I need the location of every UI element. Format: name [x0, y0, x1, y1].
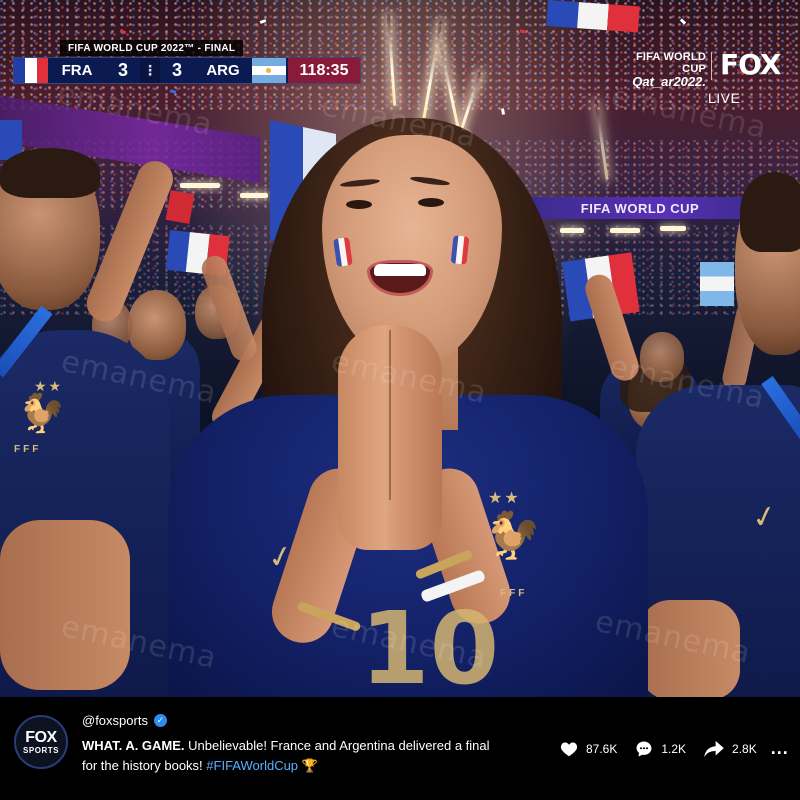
stadium-light: [610, 228, 640, 233]
stadium-light: [240, 193, 268, 198]
engagement-bar: 87.6K 1.2K 2.8K ...: [560, 738, 789, 759]
account-handle[interactable]: @foxsports ✓: [82, 713, 167, 728]
comment-count: 1.2K: [661, 741, 687, 756]
rooster-icon: 🐓: [18, 393, 66, 435]
praying-hands-split: [389, 330, 391, 500]
verified-icon: ✓: [153, 714, 167, 727]
fan-right-arm: [640, 600, 740, 697]
fan-right-hair: [740, 172, 800, 252]
spectator: [640, 332, 684, 382]
eye: [346, 200, 372, 209]
crest-stars: ★★: [488, 490, 521, 507]
share-count: 2.8K: [732, 741, 757, 756]
crest-text: FFF: [14, 444, 42, 455]
more-icon[interactable]: ...: [771, 738, 789, 759]
bug-divider: [711, 52, 712, 80]
share-button[interactable]: 2.8K: [704, 740, 757, 758]
comment-button[interactable]: 1.2K: [635, 740, 686, 758]
trophy-emoji: 🏆: [301, 758, 318, 773]
event-logo: FIFA WORLD CUP Qat_ar2022.: [612, 51, 706, 90]
event-logo-line2: Qat_ar2022.: [632, 74, 706, 90]
home-team: FRA: [61, 62, 93, 79]
argentina-flag-icon: [252, 58, 286, 83]
fan-left-arm: [0, 520, 130, 690]
hashtag-link[interactable]: #FIFAWorldCup: [206, 758, 298, 773]
handle-text[interactable]: @foxsports: [82, 713, 148, 728]
match-clock: 118:35: [288, 58, 360, 83]
rooster-icon: 🐓: [484, 509, 542, 561]
network-logo: FOX: [720, 48, 782, 81]
stadium-light: [180, 183, 220, 188]
fan-left-hair: [0, 148, 100, 198]
like-button[interactable]: 87.6K: [560, 741, 617, 757]
live-label: LIVE: [708, 90, 741, 106]
red-flag: [165, 190, 195, 224]
comment-icon: [636, 741, 652, 756]
event-logo-line1: FIFA WORLD CUP: [635, 51, 706, 75]
avatar[interactable]: FOX SPORTS: [14, 715, 68, 769]
scoreboard: FRA 3 ⋮ 3 ARG 118:35: [13, 57, 361, 84]
share-icon: [704, 740, 724, 757]
france-flag-icon: [14, 58, 48, 83]
eye: [418, 198, 444, 207]
jersey-number: 10: [360, 590, 500, 697]
led-banner: FIFA WORLD CUP: [520, 197, 760, 219]
scoreboard-title: FIFA WORLD CUP 2022™ - FINAL: [60, 40, 244, 56]
away-team: ARG: [206, 62, 240, 79]
away-score: 3: [171, 60, 182, 80]
stadium-light: [560, 228, 584, 233]
avatar-subtext: SPORTS: [23, 745, 59, 755]
avatar-text: FOX: [25, 728, 57, 746]
argentina-flag: [700, 262, 734, 306]
score-separator: ⋮: [140, 58, 160, 83]
caption-lead: WHAT. A. GAME.: [82, 738, 185, 753]
post-caption: WHAT. A. GAME. Unbelievable! France and …: [82, 736, 502, 776]
trophy-icon: 🏆: [298, 758, 318, 773]
stadium-light: [660, 226, 686, 231]
crest-text: FFF: [500, 588, 528, 599]
heart-icon: [560, 741, 578, 756]
like-count: 87.6K: [586, 741, 618, 756]
woman-teeth: [374, 264, 426, 276]
face-paint-flag: [450, 235, 470, 265]
home-score: 3: [117, 60, 128, 80]
post-photo[interactable]: FIFA WORLD CUP ★★ 🐓 FFF ✓ ✓ ★★ 🐓 FFF 10 …: [0, 0, 800, 697]
